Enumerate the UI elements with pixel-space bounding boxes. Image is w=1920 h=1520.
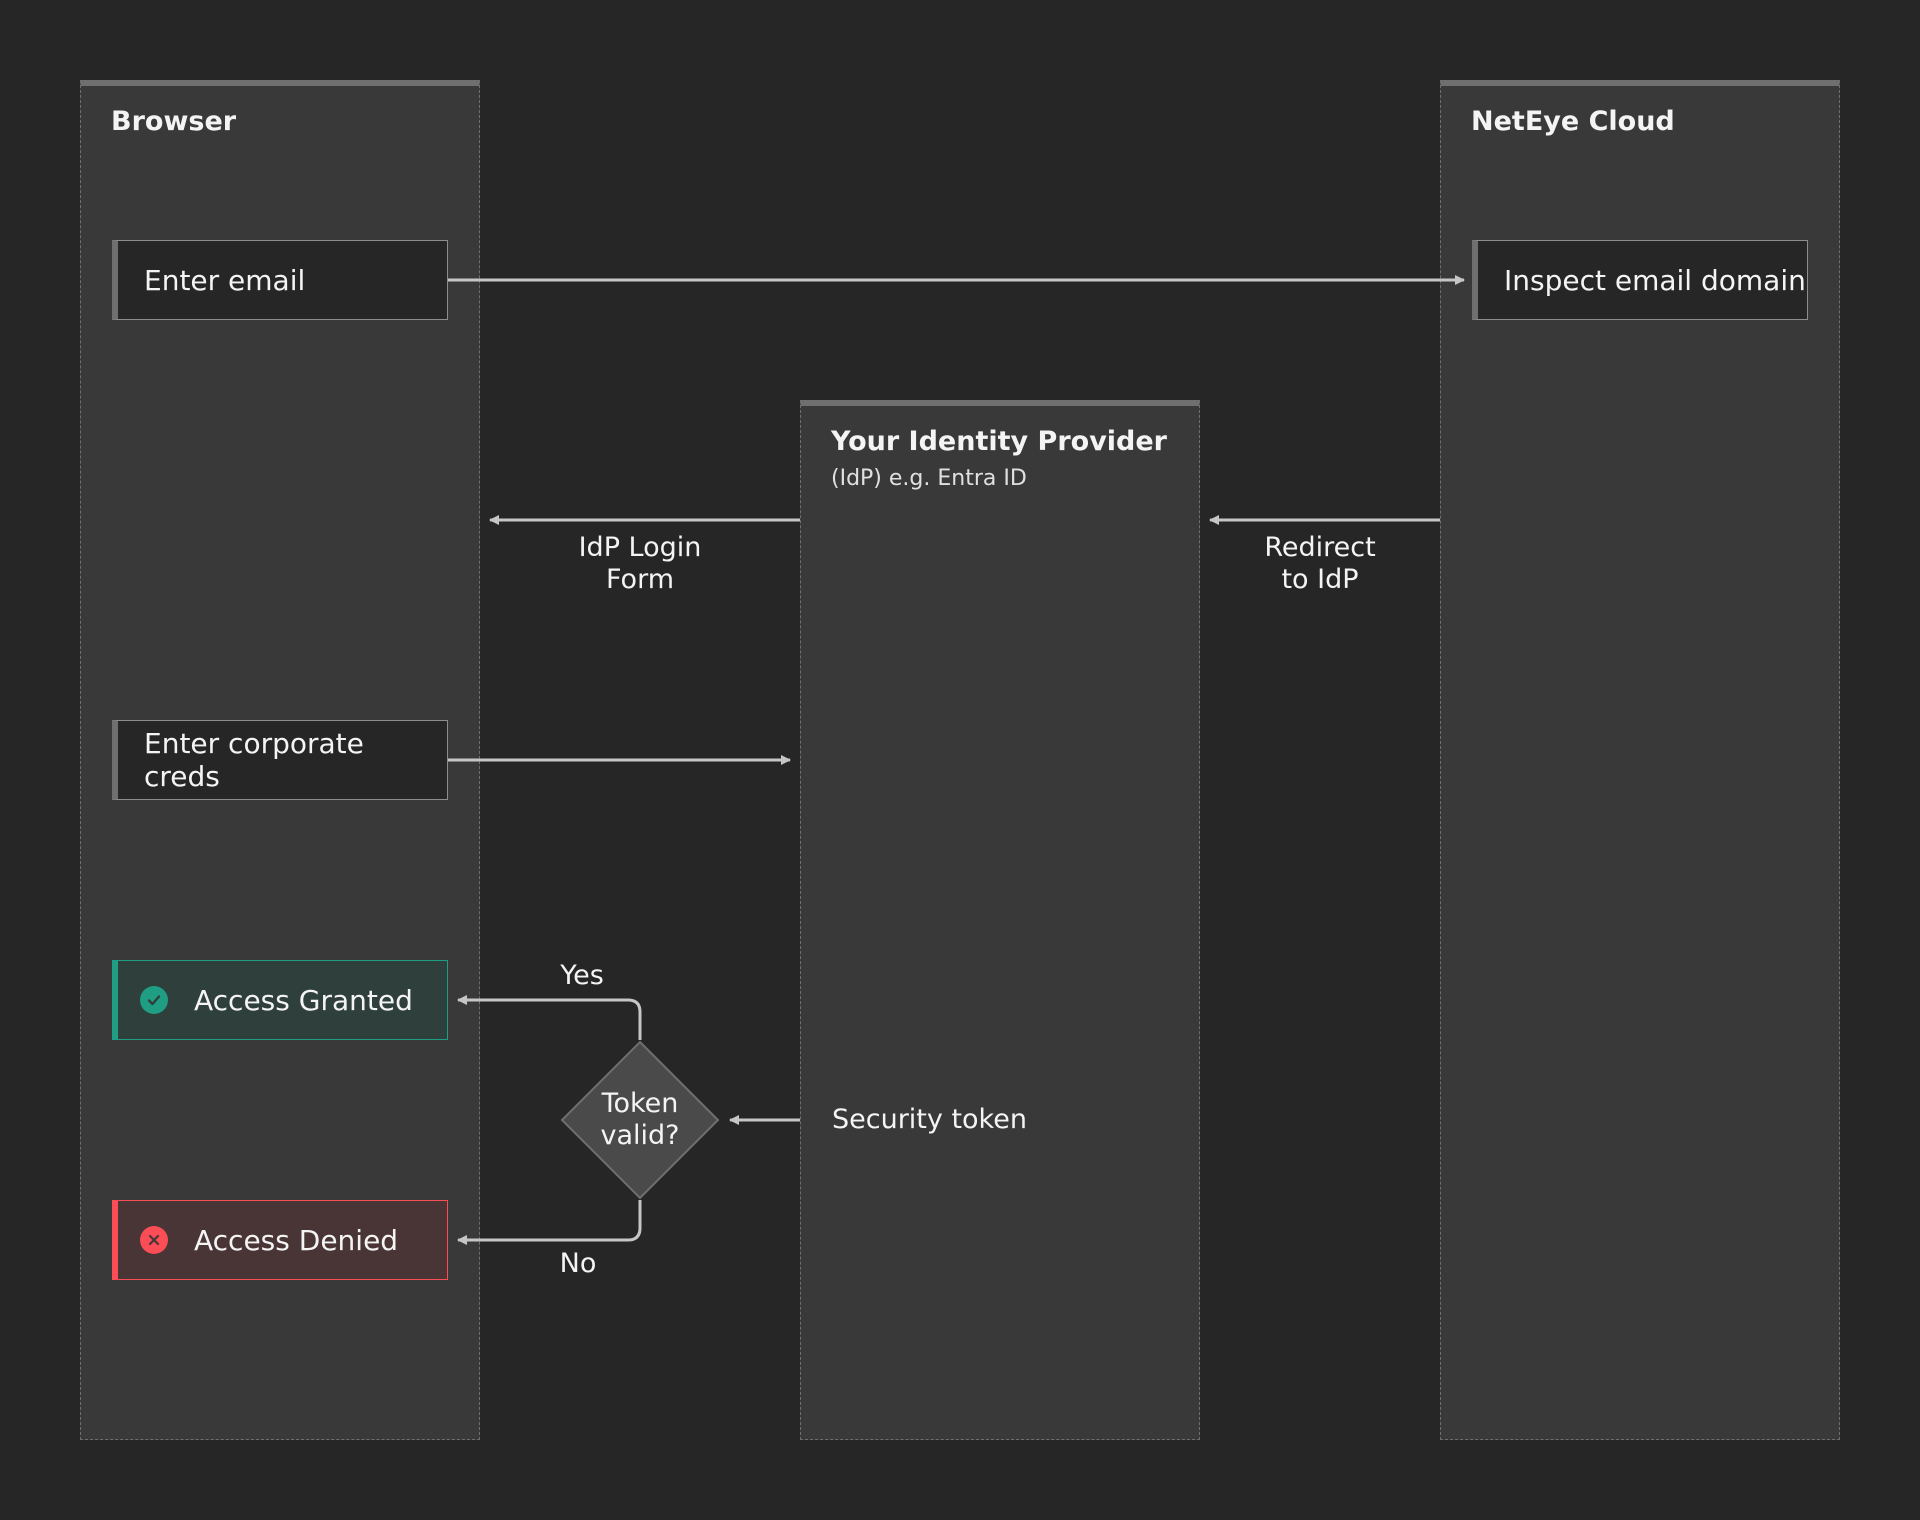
enter-email-step: Enter email — [112, 240, 448, 320]
arrow-yes-granted — [457, 995, 642, 1040]
arrow-no-denied — [457, 1200, 642, 1245]
error-filled-icon — [140, 1226, 168, 1254]
security-token-label: Security token — [832, 1104, 1027, 1135]
enter-creds-step: Enter corporate creds — [112, 720, 448, 800]
yes-label: Yes — [560, 960, 604, 991]
redirect-line-2: to IdP — [1281, 564, 1359, 595]
enter-email-label: Enter email — [144, 263, 306, 297]
enter-creds-label: Enter corporate creds — [144, 727, 364, 793]
access-granted-label: Access Granted — [194, 983, 413, 1017]
inspect-domain-step: Inspect email domain — [1472, 240, 1808, 320]
decision-line-2: valid? — [600, 1120, 680, 1151]
checkmark-filled-icon — [140, 986, 168, 1014]
access-granted-step: Access Granted — [112, 960, 448, 1040]
no-label: No — [559, 1248, 597, 1279]
access-denied-label: Access Denied — [194, 1223, 399, 1257]
decision-label: Token valid? — [580, 1088, 700, 1152]
redirect-line-1: Redirect — [1264, 532, 1376, 563]
idp-login-form-line-1: IdP Login — [578, 532, 702, 563]
idp-login-form-line-2: Form — [605, 564, 674, 595]
access-denied-step: Access Denied — [112, 1200, 448, 1280]
idp-login-form-label: IdP Login Form — [540, 532, 740, 596]
decision-line-1: Token — [601, 1088, 679, 1119]
inspect-domain-label: Inspect email domain — [1504, 263, 1806, 297]
redirect-label: Redirect to IdP — [1220, 532, 1420, 596]
